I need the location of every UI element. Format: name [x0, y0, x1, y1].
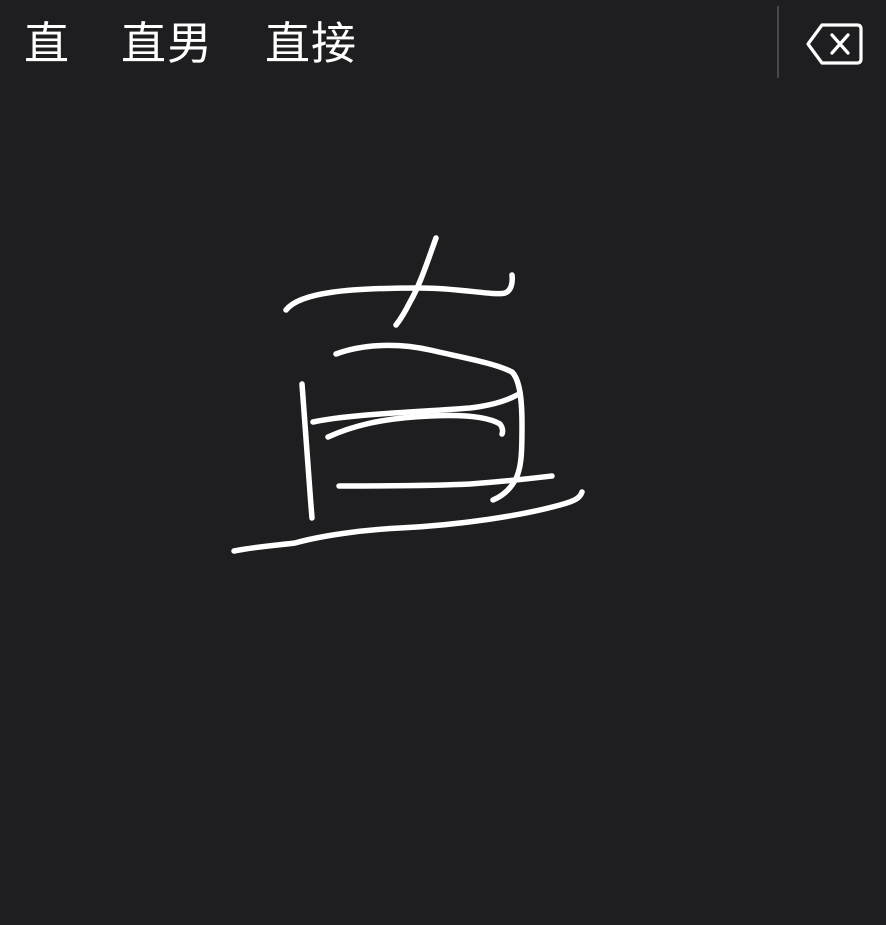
candidate-item[interactable]: 直 [24, 14, 70, 74]
ink-stroke [393, 235, 439, 328]
ink-stroke [299, 381, 315, 521]
ink-stroke [231, 489, 585, 554]
candidate-item[interactable]: 直接 [265, 14, 357, 74]
candidate-divider [777, 6, 779, 78]
ink-stroke [333, 342, 515, 375]
handwriting-strokes [231, 235, 585, 554]
candidate-bar: 直 直男 直接 [0, 0, 886, 86]
backspace-icon [806, 23, 863, 65]
ink-stroke [336, 473, 555, 489]
delete-button[interactable] [800, 14, 870, 74]
ink-stroke [283, 272, 515, 313]
candidate-item[interactable]: 直男 [121, 14, 213, 74]
handwriting-canvas[interactable] [0, 86, 886, 925]
